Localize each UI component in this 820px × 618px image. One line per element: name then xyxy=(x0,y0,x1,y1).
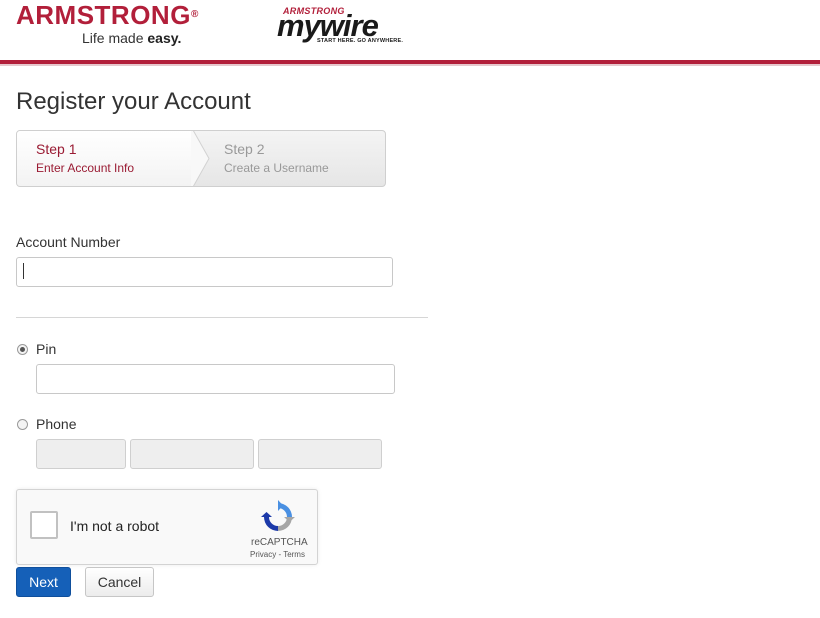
phone-label[interactable]: Phone xyxy=(36,416,76,432)
header-divider-shadow xyxy=(0,64,820,66)
step-2-number: Step 2 xyxy=(224,141,265,157)
recaptcha-label: I'm not a robot xyxy=(70,518,160,534)
site-header: ARMSTRONG® Life made easy. ARMSTRONG myw… xyxy=(0,0,820,60)
phone-prefix-input[interactable] xyxy=(130,439,254,469)
brand-registered-mark: ® xyxy=(190,9,199,20)
page-title: Register your Account xyxy=(16,88,251,115)
recaptcha-logo-icon xyxy=(261,500,295,531)
step-1-label: Enter Account Info xyxy=(36,161,135,175)
armstrong-logo[interactable]: ARMSTRONG® Life made easy. xyxy=(16,0,199,46)
recaptcha-checkbox[interactable] xyxy=(30,511,58,539)
step-progress: Step 1 Enter Account Info Step 2 Create … xyxy=(16,130,386,187)
cancel-button[interactable]: Cancel xyxy=(85,567,154,597)
step-chevron xyxy=(191,131,210,186)
recaptcha-brand: reCAPTCHA xyxy=(251,537,308,548)
form-divider xyxy=(16,317,428,318)
step-2-label: Create a Username xyxy=(224,161,329,175)
recaptcha-widget: I'm not a robot reCAPTCHA Privacy - Term… xyxy=(16,489,318,565)
phone-radio[interactable] xyxy=(17,419,28,430)
recaptcha-privacy-terms-links[interactable]: Privacy - Terms xyxy=(250,550,305,559)
pin-input[interactable] xyxy=(36,364,395,394)
account-number-input[interactable] xyxy=(16,257,393,287)
brand-tagline: Life made easy. xyxy=(82,30,182,46)
account-number-label: Account Number xyxy=(16,234,121,250)
pin-label[interactable]: Pin xyxy=(36,341,56,357)
step-1-panel xyxy=(17,131,193,186)
text-cursor xyxy=(23,263,24,279)
step-1-number: Step 1 xyxy=(36,141,77,157)
brand-name: ARMSTRONG xyxy=(16,0,191,30)
mywire-logo-slogan: START HERE. GO ANYWHERE. xyxy=(317,38,404,44)
mywire-logo[interactable]: ARMSTRONG mywire START HERE. GO ANYWHERE… xyxy=(277,6,403,46)
phone-area-code-input[interactable] xyxy=(36,439,126,469)
phone-line-number-input[interactable] xyxy=(258,439,382,469)
pin-radio[interactable] xyxy=(17,344,28,355)
next-button[interactable]: Next xyxy=(16,567,71,597)
pin-radio-selected-dot xyxy=(20,347,25,352)
